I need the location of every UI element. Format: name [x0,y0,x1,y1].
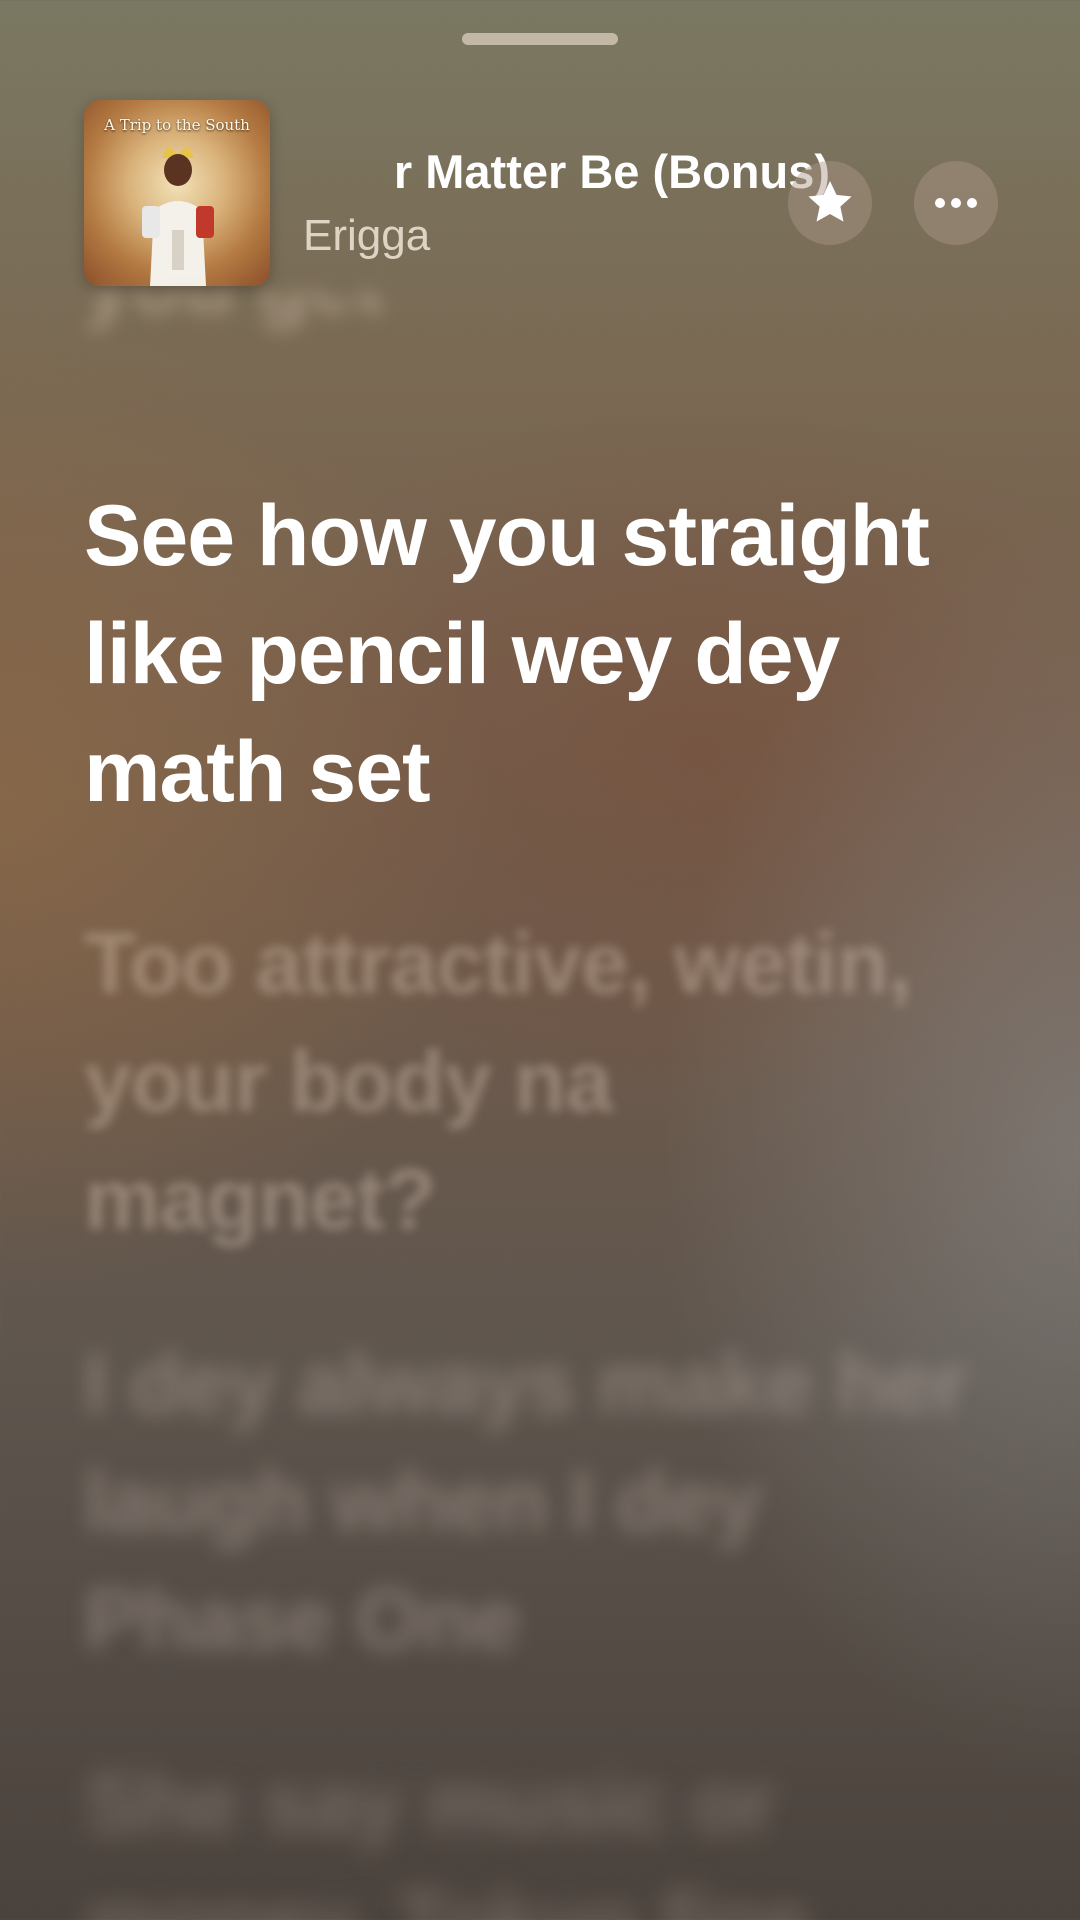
artwork-figure [142,146,214,286]
ellipsis-icon [935,198,977,208]
lyric-line-next[interactable]: She say music or money, Tokyo fine [84,1745,984,1920]
album-artwork-title: A Trip to the South [104,116,250,134]
now-playing-header: A Trip to the South r Matter Be (Bonus) … [84,100,1004,290]
lyric-line-current[interactable]: See how you straight like pencil wey dey… [84,477,984,831]
song-title: r Matter Be (Bonus) [393,145,830,198]
lyric-line-next[interactable]: I dey always make her laugh when I dey P… [84,1325,984,1679]
more-options-button[interactable] [914,161,998,245]
lyric-line-next[interactable]: Too attractive, wetin, your body na magn… [84,905,984,1259]
song-title-marquee: r Matter Be (Bonus) [270,142,830,202]
artist-name[interactable]: Erigga [303,208,430,264]
star-icon [808,180,852,222]
favorite-button[interactable] [788,161,872,245]
album-artwork[interactable]: A Trip to the South [84,100,270,286]
sheet-grabber[interactable] [462,33,618,45]
lyric-line-previous[interactable]: you get [84,292,984,407]
